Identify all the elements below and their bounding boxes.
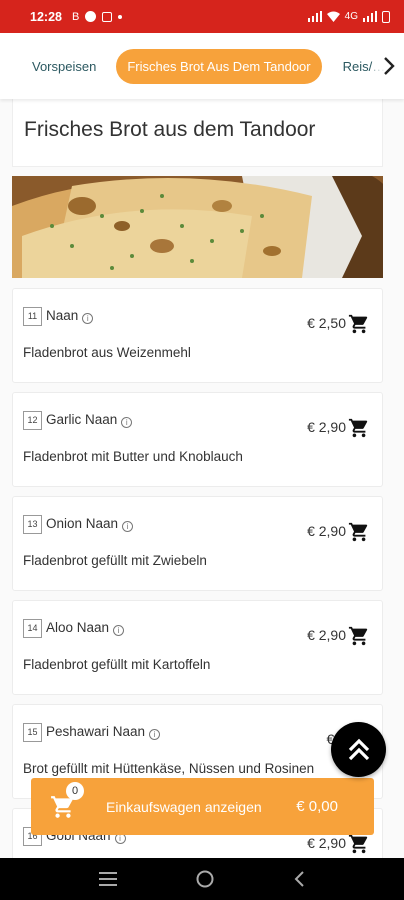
b-icon: B <box>71 10 80 23</box>
item-name-text: Aloo Naan <box>46 620 110 635</box>
tabs-scroll-right-button[interactable] <box>374 33 404 99</box>
battery-icon <box>382 10 390 23</box>
add-to-cart-icon[interactable] <box>348 417 370 439</box>
cart-total: € 0,00 <box>296 798 338 815</box>
category-tabs: Vorspeisen Frisches Brot Aus Dem Tandoor… <box>0 33 404 99</box>
double-chevron-up-icon <box>348 738 369 760</box>
info-icon[interactable]: i <box>121 417 133 428</box>
cart-count-badge: 0 <box>66 781 84 800</box>
item-name-text: Onion Naan <box>46 516 119 531</box>
section-header: Frisches Brot aus dem Tandoor <box>12 99 383 167</box>
item-description: Fladenbrot mit Butter und Knoblauch <box>23 449 243 464</box>
item-description: Fladenbrot gefüllt mit Zwiebeln <box>23 553 207 568</box>
menu-icon[interactable] <box>99 872 118 886</box>
menu-item[interactable]: 14 Aloo Naan i € 2,90 Fladenbrot gefüllt … <box>12 600 383 695</box>
status-system-icons: 4G <box>307 10 390 23</box>
status-notification-icons: B <box>71 10 123 23</box>
item-price: € 2,90 <box>307 523 346 539</box>
dot-icon <box>118 14 123 19</box>
signal-icon <box>363 11 377 22</box>
item-number: 11 <box>23 307 42 326</box>
item-number: 13 <box>23 515 42 534</box>
info-icon[interactable]: i <box>82 313 94 324</box>
item-name: Naan i <box>46 308 94 324</box>
cart-label: Einkaufswagen anzeigen <box>106 798 262 815</box>
item-name-text: Garlic Naan <box>46 412 118 427</box>
section-image <box>12 176 383 278</box>
status-time: 12:28 <box>30 9 62 24</box>
item-name: Aloo Naan i <box>46 620 125 636</box>
tab-vorspeisen[interactable]: Vorspeisen <box>20 50 108 83</box>
status-bar: 12:28 B 4G <box>0 0 404 33</box>
mail-icon <box>102 11 113 22</box>
item-price: € 2,90 <box>307 835 346 851</box>
add-to-cart-icon[interactable] <box>348 625 370 647</box>
menu-item[interactable]: 13 Onion Naan i € 2,90 Fladenbrot gefüllt… <box>12 496 383 591</box>
add-to-cart-icon[interactable] <box>348 313 370 335</box>
back-icon[interactable] <box>293 871 305 887</box>
chevron-right-icon <box>384 57 395 75</box>
add-to-cart-icon[interactable] <box>348 521 370 543</box>
scroll-to-top-button[interactable] <box>331 722 386 777</box>
info-icon[interactable]: i <box>113 625 125 636</box>
item-name-text: Peshawari Naan <box>46 724 146 739</box>
item-number: 15 <box>23 723 42 742</box>
network-type: 4G <box>344 11 358 22</box>
item-name: Peshawari Naan i <box>46 724 161 740</box>
item-price: € 2,50 <box>307 315 346 331</box>
tab-frisches-brot[interactable]: Frisches Brot Aus Dem Tandoor <box>116 48 322 84</box>
item-number: 14 <box>23 619 42 638</box>
info-icon[interactable]: i <box>149 729 161 740</box>
show-cart-button[interactable]: 0 Einkaufswagen anzeigen € 0,00 <box>31 778 374 835</box>
menu-item[interactable]: 12 Garlic Naan i € 2,90 Fladenbrot mit Bu… <box>12 392 383 487</box>
signal-icon <box>307 11 322 22</box>
naan-bread-image <box>12 176 383 278</box>
home-icon[interactable] <box>196 870 214 888</box>
item-price: € 2,90 <box>307 627 346 643</box>
item-description: Brot gefüllt mit Hüttenkäse, Nüssen und … <box>23 761 315 776</box>
cart-icon-wrapper: 0 <box>50 781 84 820</box>
item-price: € 2,90 <box>307 419 346 435</box>
item-description: Fladenbrot gefüllt mit Kartoffeln <box>23 657 211 672</box>
item-name-text: Naan <box>46 308 79 323</box>
record-icon <box>85 11 97 22</box>
item-name: Garlic Naan i <box>46 412 133 428</box>
wifi-icon <box>326 11 340 22</box>
section-title: Frisches Brot aus dem Tandoor <box>24 118 316 141</box>
menu-item[interactable]: 11 Naan i € 2,50 Fladenbrot aus Weizenmeh… <box>12 288 383 383</box>
system-navigation-bar <box>0 858 404 900</box>
item-description: Fladenbrot aus Weizenmehl <box>23 345 191 360</box>
info-icon[interactable]: i <box>122 521 134 532</box>
item-name: Onion Naan i <box>46 516 134 532</box>
item-number: 12 <box>23 411 42 430</box>
add-to-cart-icon[interactable] <box>348 833 370 855</box>
